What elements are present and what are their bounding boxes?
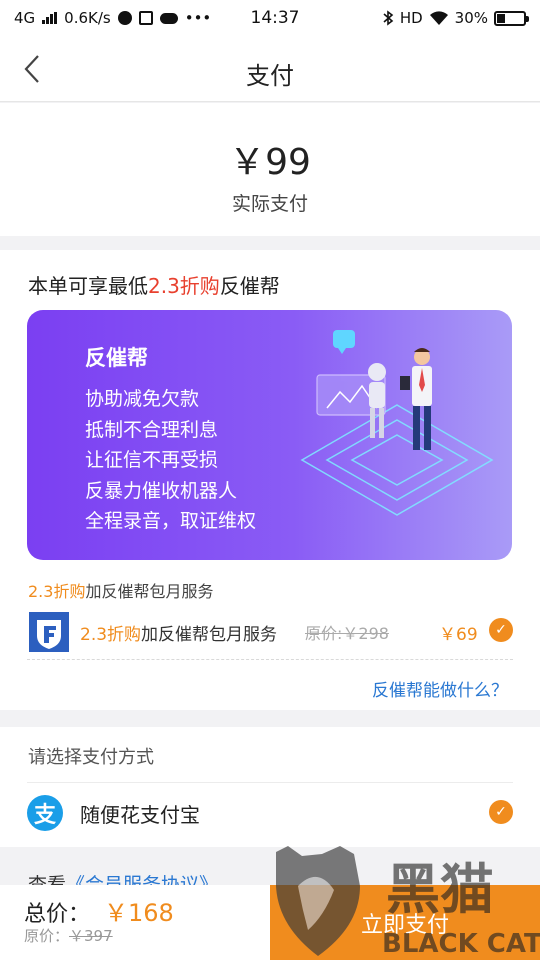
- total-price: ￥168: [104, 899, 174, 927]
- service-option-label: 2.3折购加反催帮包月服务: [80, 620, 277, 645]
- nav-bar: 支付: [0, 36, 540, 102]
- service-option-row[interactable]: 2.3折购加反催帮包月服务 原价:￥298 ￥69 ✓: [27, 608, 513, 660]
- status-bar: 4G 0.6K/s ••• 14:37 HD 30%: [0, 0, 540, 36]
- banner-title: 反催帮: [85, 346, 148, 370]
- service-summary-highlight: 2.3折购: [28, 582, 86, 601]
- checkmark-icon[interactable]: ✓: [489, 800, 513, 824]
- amount-section: ￥99 实际支付: [0, 103, 540, 236]
- promo-title: 本单可享最低2.3折购反催帮: [28, 270, 280, 299]
- banner-feature-list: 协助减免欠款 抵制不合理利息 让征信不再受损 反暴力催收机器人 全程录音，取证维…: [85, 384, 256, 537]
- notification-icon: [117, 11, 132, 25]
- banner-illustration: [300, 330, 494, 516]
- promo-title-highlight: 2.3折购: [148, 274, 220, 298]
- payment-method-name: 随便花支付宝: [80, 803, 200, 827]
- app-icon: [138, 11, 153, 25]
- svg-text:黑猫: 黑猫: [386, 858, 494, 921]
- battery-icon: [494, 10, 529, 26]
- banner-feature: 协助减免欠款: [85, 388, 200, 410]
- service-option-highlight: 2.3折购: [80, 625, 142, 645]
- payment-method-label: 请选择支付方式: [28, 747, 154, 768]
- shield-icon: [29, 612, 69, 652]
- service-summary: 2.3折购加反催帮包月服务: [28, 578, 213, 602]
- banner-feature: 反暴力催收机器人: [85, 479, 238, 502]
- service-summary-text: 加反催帮包月服务: [85, 582, 214, 601]
- promo-title-suffix: 反催帮: [219, 274, 280, 298]
- checkmark-icon[interactable]: ✓: [489, 618, 513, 642]
- bluetooth-icon: [383, 10, 394, 26]
- promo-section: 本单可享最低2.3折购反催帮 反催帮 协助减免欠款 抵制不合理利息 让征信不再受…: [0, 250, 540, 710]
- service-option-text: 加反催帮包月服务: [141, 625, 278, 645]
- payment-amount-label: 实际支付: [231, 193, 308, 215]
- banner-feature: 全程录音，取证维权: [85, 510, 257, 532]
- total-price-line: 总价： ￥168: [24, 893, 174, 928]
- payment-option-alipay[interactable]: 支 随便花支付宝 ✓: [27, 782, 513, 844]
- payment-method-section: 请选择支付方式 支 随便花支付宝 ✓: [0, 727, 540, 847]
- alipay-icon: 支: [27, 795, 63, 831]
- banner-feature: 抵制不合理利息: [85, 418, 219, 441]
- promo-title-prefix: 本单可享最低: [28, 274, 148, 298]
- more-dots: •••: [184, 9, 212, 27]
- battery-percent: 30%: [454, 9, 488, 27]
- banner-feature: 让征信不再受损: [85, 449, 219, 471]
- cloud-icon: [159, 12, 178, 24]
- total-label: 总价：: [24, 902, 91, 927]
- hd-indicator: HD: [399, 9, 423, 27]
- help-link[interactable]: 反催帮能做什么？: [372, 676, 508, 701]
- original-price: ￥397: [69, 927, 113, 945]
- original-price-label: 原价：: [24, 927, 70, 945]
- payment-amount: ￥99: [229, 142, 311, 183]
- black-cat-watermark-logo: 黑猫 BLACK CAT: [276, 846, 540, 959]
- service-original-price: 原价:￥298: [305, 624, 389, 643]
- network-type: 4G: [14, 9, 36, 27]
- network-speed: 0.6K/s: [64, 9, 111, 27]
- wifi-icon: [429, 10, 448, 25]
- service-price: ￥69: [439, 625, 478, 645]
- page-title: 支付: [246, 62, 294, 90]
- status-time: 14:37: [250, 8, 300, 28]
- original-price-line: 原价：￥397: [24, 925, 113, 946]
- svg-text:BLACK CAT: BLACK CAT: [382, 929, 540, 959]
- signal-icon: [42, 12, 58, 24]
- promo-banner[interactable]: 反催帮 协助减免欠款 抵制不合理利息 让征信不再受损 反暴力催收机器人 全程录音…: [27, 310, 512, 560]
